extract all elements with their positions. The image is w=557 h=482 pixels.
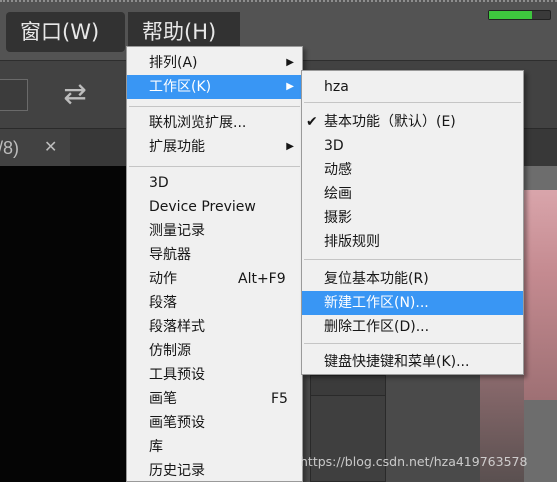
- menu-item-label: 段落: [149, 295, 177, 311]
- submenu-item-motion[interactable]: 动感: [302, 158, 523, 182]
- menu-item-label: 导航器: [149, 247, 191, 263]
- menu-item-label: 排版规则: [324, 234, 380, 250]
- menu-item-tool-presets[interactable]: 工具预设: [127, 363, 302, 387]
- menu-item-browse-extensions[interactable]: 联机浏览扩展...: [127, 111, 302, 135]
- right-panel: [524, 166, 557, 482]
- document-tab-title: /8): [0, 138, 20, 158]
- menu-item-label: 工作区(K): [149, 79, 212, 95]
- progress-fill: [489, 11, 532, 19]
- submenu-item-reset-essentials[interactable]: 复位基本功能(R): [302, 267, 523, 291]
- menu-item-label: 排列(A): [149, 55, 198, 71]
- menu-item-workspace[interactable]: 工作区(K) ▶: [127, 75, 302, 99]
- menu-item-label: 扩展功能: [149, 139, 205, 155]
- menu-item-label: 动感: [324, 162, 352, 178]
- menu-item-label: 画笔预设: [149, 415, 205, 431]
- submenu-item-painting[interactable]: 绘画: [302, 182, 523, 206]
- menu-separator: [304, 259, 521, 260]
- menu-item-label: Device Preview: [149, 199, 256, 215]
- submenu-arrow-icon: ▶: [286, 141, 294, 152]
- menu-item-label: 仿制源: [149, 343, 191, 359]
- submenu-item-hza[interactable]: hza: [302, 75, 523, 99]
- menu-item-shortcut: F5: [271, 391, 288, 407]
- submenu-item-photography[interactable]: 摄影: [302, 206, 523, 230]
- menu-item-label: 键盘快捷键和菜单(K)...: [324, 354, 470, 370]
- menu-separator: [129, 166, 300, 167]
- progress-bar: [488, 10, 551, 20]
- menu-item-clone-source[interactable]: 仿制源: [127, 339, 302, 363]
- menu-item-history[interactable]: 历史记录: [127, 459, 302, 482]
- options-field[interactable]: [0, 79, 28, 111]
- menu-item-label: 基本功能（默认）(E): [324, 114, 456, 130]
- menu-item-brush-presets[interactable]: 画笔预设: [127, 411, 302, 435]
- menu-item-label: 复位基本功能(R): [324, 271, 429, 287]
- submenu-item-delete-workspace[interactable]: 删除工作区(D)...: [302, 315, 523, 339]
- menu-item-3d[interactable]: 3D: [127, 171, 302, 195]
- menu-item-label: 画笔: [149, 391, 177, 407]
- menu-item-paragraph[interactable]: 段落: [127, 291, 302, 315]
- menu-item-label: 3D: [324, 138, 344, 154]
- menu-item-libraries[interactable]: 库: [127, 435, 302, 459]
- menu-item-label: 新建工作区(N)...: [324, 295, 429, 311]
- menu-item-actions[interactable]: 动作 Alt+F9: [127, 267, 302, 291]
- menu-window[interactable]: 窗口(W): [6, 12, 125, 52]
- color-preview: [524, 190, 557, 400]
- menu-separator: [129, 106, 300, 107]
- menu-item-label: 摄影: [324, 210, 352, 226]
- watermark-text: https://blog.csdn.net/hza419763578: [300, 454, 528, 469]
- menu-item-label: 测量记录: [149, 223, 205, 239]
- document-canvas: [0, 166, 126, 482]
- menu-item-brush[interactable]: 画笔 F5: [127, 387, 302, 411]
- swap-arrows-icon[interactable]: ⇄: [58, 79, 92, 109]
- menu-item-label: 联机浏览扩展...: [149, 115, 247, 131]
- menu-item-label: 段落样式: [149, 319, 205, 335]
- submenu-item-keyboard-shortcuts[interactable]: 键盘快捷键和菜单(K)...: [302, 350, 523, 374]
- close-icon[interactable]: ✕: [44, 129, 57, 167]
- menu-separator: [304, 343, 521, 344]
- menu-item-label: 3D: [149, 175, 169, 191]
- menu-item-label: 绘画: [324, 186, 352, 202]
- submenu-item-3d[interactable]: 3D: [302, 134, 523, 158]
- checkmark-icon: ✔: [306, 114, 318, 130]
- submenu-item-new-workspace[interactable]: 新建工作区(N)...: [302, 291, 523, 315]
- menu-item-paragraph-styles[interactable]: 段落样式: [127, 315, 302, 339]
- submenu-arrow-icon: ▶: [286, 81, 294, 92]
- menu-item-label: 历史记录: [149, 463, 205, 479]
- submenu-item-typography[interactable]: 排版规则: [302, 230, 523, 254]
- window-menu: 排列(A) ▶ 工作区(K) ▶ 联机浏览扩展... 扩展功能 ▶ 3D Dev…: [126, 46, 303, 482]
- menu-item-device-preview[interactable]: Device Preview: [127, 195, 302, 219]
- menu-item-label: 库: [149, 439, 163, 455]
- document-tab[interactable]: /8) ✕: [0, 129, 70, 167]
- submenu-arrow-icon: ▶: [286, 57, 294, 68]
- workspace-submenu: hza ✔ 基本功能（默认）(E) 3D 动感 绘画 摄影 排版规则 复位基本功…: [301, 70, 524, 375]
- menu-item-shortcut: Alt+F9: [238, 271, 286, 287]
- menu-item-measurement-log[interactable]: 测量记录: [127, 219, 302, 243]
- menu-item-arrange[interactable]: 排列(A) ▶: [127, 51, 302, 75]
- menu-item-navigator[interactable]: 导航器: [127, 243, 302, 267]
- submenu-item-essentials[interactable]: ✔ 基本功能（默认）(E): [302, 110, 523, 134]
- menu-item-label: 删除工作区(D)...: [324, 319, 430, 335]
- menu-item-label: 工具预设: [149, 367, 205, 383]
- menu-separator: [304, 102, 521, 103]
- menu-item-extensions[interactable]: 扩展功能 ▶: [127, 135, 302, 159]
- menu-item-label: 动作: [149, 271, 177, 287]
- menu-item-label: hza: [324, 79, 349, 95]
